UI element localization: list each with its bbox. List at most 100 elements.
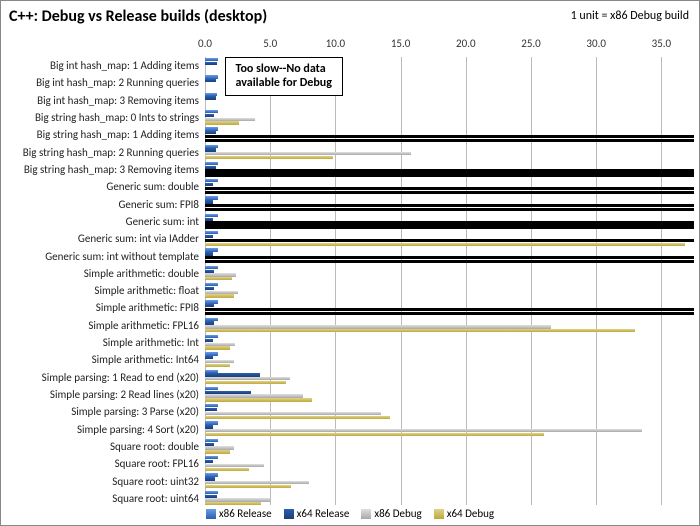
bar-group bbox=[205, 317, 693, 334]
bar bbox=[205, 248, 218, 251]
chart-row: Big int hash_map: 1 Adding items bbox=[1, 57, 693, 74]
legend-item: x64 Release bbox=[284, 507, 350, 520]
bar bbox=[205, 473, 218, 476]
bar bbox=[205, 381, 286, 384]
bar bbox=[205, 208, 694, 211]
bar bbox=[205, 446, 234, 449]
tick-label: 15.0 bbox=[391, 37, 411, 50]
category-label: Square root: uint64 bbox=[1, 492, 205, 505]
bar bbox=[205, 416, 390, 419]
bar bbox=[205, 477, 215, 480]
tick-label: 0.0 bbox=[198, 37, 212, 50]
bar bbox=[205, 231, 218, 234]
category-label: Big int hash_map: 2 Running queries bbox=[1, 76, 205, 89]
bar bbox=[205, 398, 312, 401]
bar bbox=[205, 277, 232, 280]
chart-row: Square root: uint64 bbox=[1, 490, 693, 507]
category-label: Big string hash_map: 0 Ints to strings bbox=[1, 111, 205, 124]
bar bbox=[205, 294, 234, 297]
legend-item: x86 Debug bbox=[361, 507, 421, 520]
legend-label: x64 Release bbox=[297, 507, 350, 520]
chart-row: Simple parsing: 3 Parse (x20) bbox=[1, 403, 693, 420]
chart-row: Big int hash_map: 3 Removing items bbox=[1, 92, 693, 109]
bar bbox=[205, 433, 544, 436]
category-label: Simple parsing: 3 Parse (x20) bbox=[1, 405, 205, 418]
bar bbox=[205, 204, 694, 207]
bar bbox=[205, 356, 213, 359]
bar bbox=[205, 287, 214, 290]
category-label: Generic sum: FPI8 bbox=[1, 198, 205, 211]
chart-row: Simple arithmetic: float bbox=[1, 282, 693, 299]
legend-item: x64 Debug bbox=[434, 507, 494, 520]
legend-swatch bbox=[361, 509, 371, 519]
tick-label: 25.0 bbox=[521, 37, 541, 50]
chart-row: Square root: FPL16 bbox=[1, 455, 693, 472]
tick-label: 5.0 bbox=[263, 37, 277, 50]
bar bbox=[205, 450, 230, 453]
category-label: Generic sum: int bbox=[1, 215, 205, 228]
bar bbox=[205, 58, 218, 61]
bar bbox=[205, 343, 235, 346]
bar bbox=[205, 439, 218, 442]
plot-area: 0.05.010.015.020.025.030.035.0 Big int h… bbox=[1, 37, 693, 505]
bar bbox=[205, 360, 234, 363]
bar bbox=[205, 464, 264, 467]
bar-group bbox=[205, 455, 693, 472]
bar bbox=[205, 377, 290, 380]
chart-row: Simple parsing: 2 Read lines (x20) bbox=[1, 386, 693, 403]
bar bbox=[205, 152, 411, 155]
bar bbox=[205, 145, 218, 148]
bar bbox=[205, 256, 694, 259]
bar bbox=[205, 429, 642, 432]
category-label: Big int hash_map: 3 Removing items bbox=[1, 94, 205, 107]
category-label: Simple arithmetic: Int bbox=[1, 336, 205, 349]
bar bbox=[205, 243, 685, 246]
bar bbox=[205, 135, 694, 138]
bar-group bbox=[205, 282, 693, 299]
bar bbox=[205, 498, 270, 501]
category-label: Simple arithmetic: Int64 bbox=[1, 353, 205, 366]
bar bbox=[205, 283, 218, 286]
legend-label: x86 Debug bbox=[374, 507, 421, 520]
bar bbox=[205, 169, 694, 172]
tick-label: 10.0 bbox=[326, 37, 346, 50]
bar bbox=[205, 481, 309, 484]
bar-group bbox=[205, 195, 693, 212]
bar bbox=[205, 468, 249, 471]
bar bbox=[205, 308, 694, 311]
bar bbox=[205, 156, 333, 159]
category-label: Simple parsing: 1 Read to end (x20) bbox=[1, 371, 205, 384]
bar bbox=[205, 131, 216, 134]
legend-label: x64 Debug bbox=[447, 507, 494, 520]
bar bbox=[205, 252, 213, 255]
bar bbox=[205, 321, 214, 324]
too-slow-annotation: Too slow--No dataavailable for Debug bbox=[225, 57, 343, 96]
chart-row: Simple arithmetic: FPL16 bbox=[1, 317, 693, 334]
bar-group bbox=[205, 144, 693, 161]
chart-row: Simple parsing: 4 Sort (x20) bbox=[1, 420, 693, 437]
category-label: Simple arithmetic: double bbox=[1, 267, 205, 280]
bar bbox=[205, 408, 217, 411]
bar bbox=[205, 335, 218, 338]
x-axis: 0.05.010.015.020.025.030.035.0 bbox=[1, 37, 693, 57]
bar bbox=[205, 495, 217, 498]
bar-group bbox=[205, 109, 693, 126]
category-label: Simple arithmetic: float bbox=[1, 284, 205, 297]
legend-swatch bbox=[434, 509, 444, 519]
bar bbox=[205, 218, 213, 221]
bar bbox=[205, 214, 218, 217]
chart-row: Simple parsing: 1 Read to end (x20) bbox=[1, 369, 693, 386]
bar bbox=[205, 79, 216, 82]
bar-group bbox=[205, 490, 693, 507]
bar-group bbox=[205, 334, 693, 351]
bar bbox=[205, 352, 218, 355]
bar bbox=[205, 425, 213, 428]
bar-group bbox=[205, 230, 693, 247]
bar bbox=[205, 162, 218, 165]
bar bbox=[205, 110, 218, 113]
category-label: Big int hash_map: 1 Adding items bbox=[1, 59, 205, 72]
chart-row: Big int hash_map: 2 Running queries bbox=[1, 74, 693, 91]
chart-row: Generic sum: int bbox=[1, 213, 693, 230]
category-label: Square root: uint32 bbox=[1, 475, 205, 488]
bar bbox=[205, 421, 218, 424]
